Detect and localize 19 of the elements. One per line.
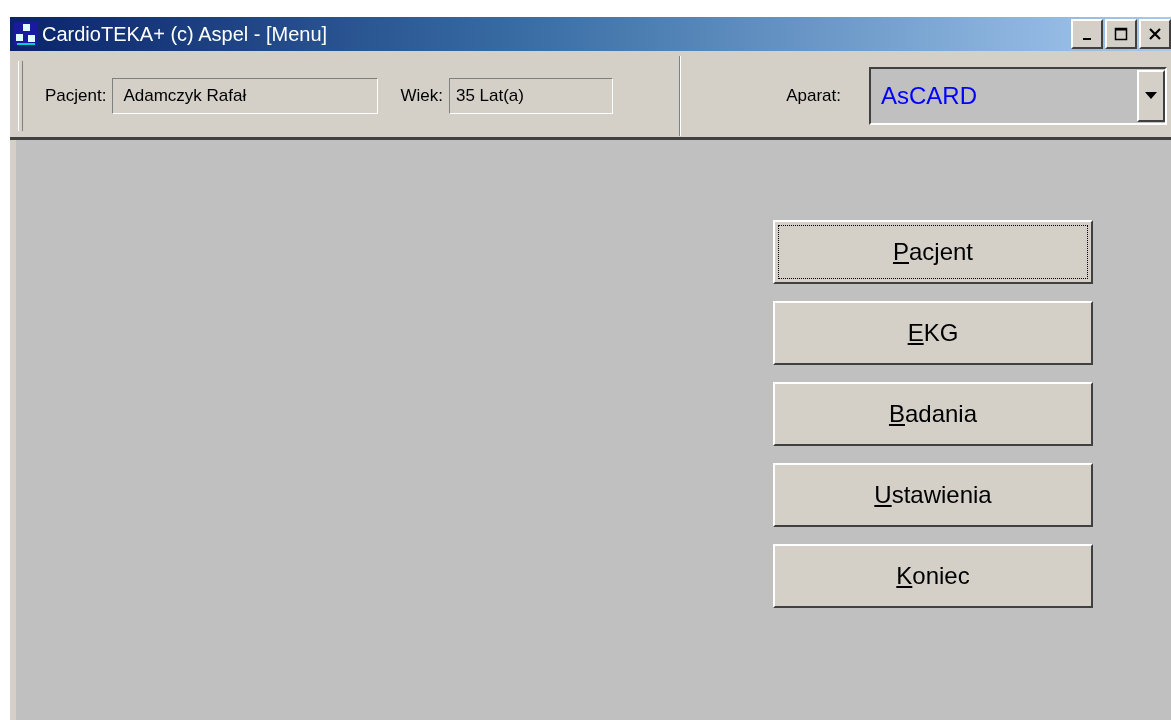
close-button[interactable] xyxy=(1139,19,1171,49)
app-icon xyxy=(14,22,38,46)
device-label: Aparat: xyxy=(786,85,841,106)
age-label: Wiek: xyxy=(400,85,443,106)
patient-label: Pacjent: xyxy=(45,85,107,106)
menu-button[interactable]: EKG xyxy=(773,301,1093,365)
close-icon xyxy=(1148,27,1162,41)
minimize-button[interactable] xyxy=(1071,19,1103,49)
menu-button[interactable]: Koniec xyxy=(773,544,1093,608)
maximize-icon xyxy=(1114,27,1128,41)
device-dropdown[interactable]: AsCARD xyxy=(869,66,1167,125)
window-title: CardioTEKA+ (c) Aspel - [Menu] xyxy=(42,22,328,46)
patient-field: Adamczyk Rafał xyxy=(112,77,379,114)
age-field: 35 Lat(a) xyxy=(448,77,613,114)
menu-button[interactable]: Pacjent xyxy=(773,220,1093,284)
minimize-icon xyxy=(1083,38,1091,40)
menu-button[interactable]: Badania xyxy=(773,382,1093,446)
maximize-button[interactable] xyxy=(1105,19,1137,49)
menu-button[interactable]: Ustawienia xyxy=(773,463,1093,527)
